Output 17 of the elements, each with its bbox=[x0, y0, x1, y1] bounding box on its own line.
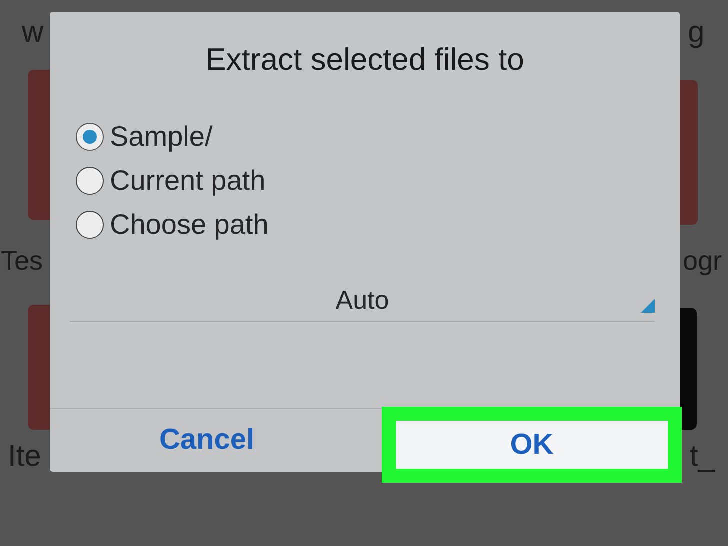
dropdown-arrow-icon bbox=[641, 299, 655, 313]
file-name: w bbox=[22, 16, 44, 50]
option-label: Current path bbox=[110, 164, 266, 196]
dropdown[interactable]: Auto bbox=[70, 279, 655, 322]
highlighted-button[interactable]: OK bbox=[382, 407, 682, 483]
radio-button[interactable] bbox=[76, 210, 104, 238]
dialog-title: Extract selected files to bbox=[206, 42, 524, 78]
option-label: Sample/ bbox=[110, 120, 213, 152]
dialog-button[interactable]: Cancel bbox=[50, 409, 364, 472]
file-name: ogr bbox=[683, 245, 722, 278]
option-label: Choose path bbox=[110, 208, 269, 240]
file-name: t_ bbox=[690, 440, 716, 474]
file-name: g bbox=[688, 16, 705, 50]
radio-button[interactable] bbox=[76, 166, 104, 194]
radio-button[interactable] bbox=[76, 122, 104, 150]
file-name: Ite bbox=[8, 440, 42, 474]
file-name: Tes bbox=[1, 245, 44, 278]
